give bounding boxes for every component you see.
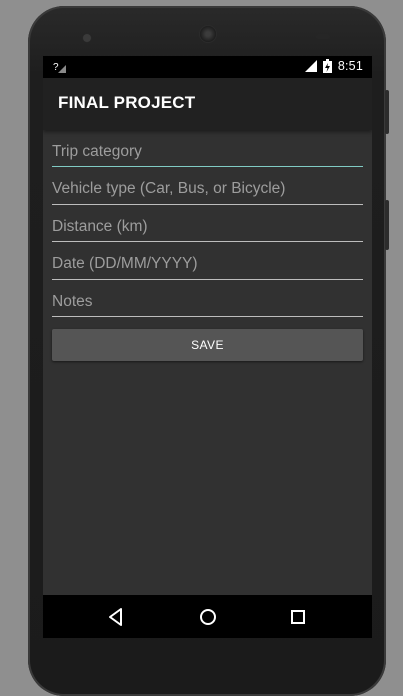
battery-charging-icon (322, 59, 332, 73)
app-title: FINAL PROJECT (58, 93, 196, 112)
home-circle-icon[interactable] (197, 606, 219, 628)
no-sim-icon: ? (53, 62, 66, 73)
trip-category-field-wrap (52, 131, 363, 169)
volume-button[interactable] (385, 200, 389, 250)
app-toolbar: FINAL PROJECT (43, 78, 372, 130)
distance-input[interactable] (52, 206, 363, 242)
notes-field-wrap (52, 281, 363, 319)
phone-screen: ? 8:51 FINAL PROJECT Trip category Vehic… (43, 56, 372, 638)
trip-form: SAVE (52, 131, 363, 361)
vehicle-type-field-wrap (52, 168, 363, 207)
navigation-bar (43, 595, 372, 638)
recents-square-icon[interactable] (287, 606, 309, 628)
svg-text:?: ? (53, 62, 59, 73)
front-camera (83, 34, 91, 42)
date-field-wrap (52, 243, 363, 282)
trip-category-input[interactable] (52, 131, 363, 167)
signal-icon (304, 60, 317, 72)
proximity-sensor (316, 34, 330, 39)
earpiece-speaker (200, 26, 216, 42)
status-time: 8:51 (337, 59, 363, 73)
date-input[interactable] (52, 243, 363, 280)
distance-field-wrap (52, 206, 363, 244)
power-button[interactable] (385, 90, 389, 134)
back-triangle-icon[interactable] (105, 606, 127, 628)
notes-input[interactable] (52, 281, 363, 317)
vehicle-type-input[interactable] (52, 168, 363, 205)
save-button[interactable]: SAVE (52, 328, 363, 361)
status-bar: ? 8:51 (43, 56, 372, 78)
